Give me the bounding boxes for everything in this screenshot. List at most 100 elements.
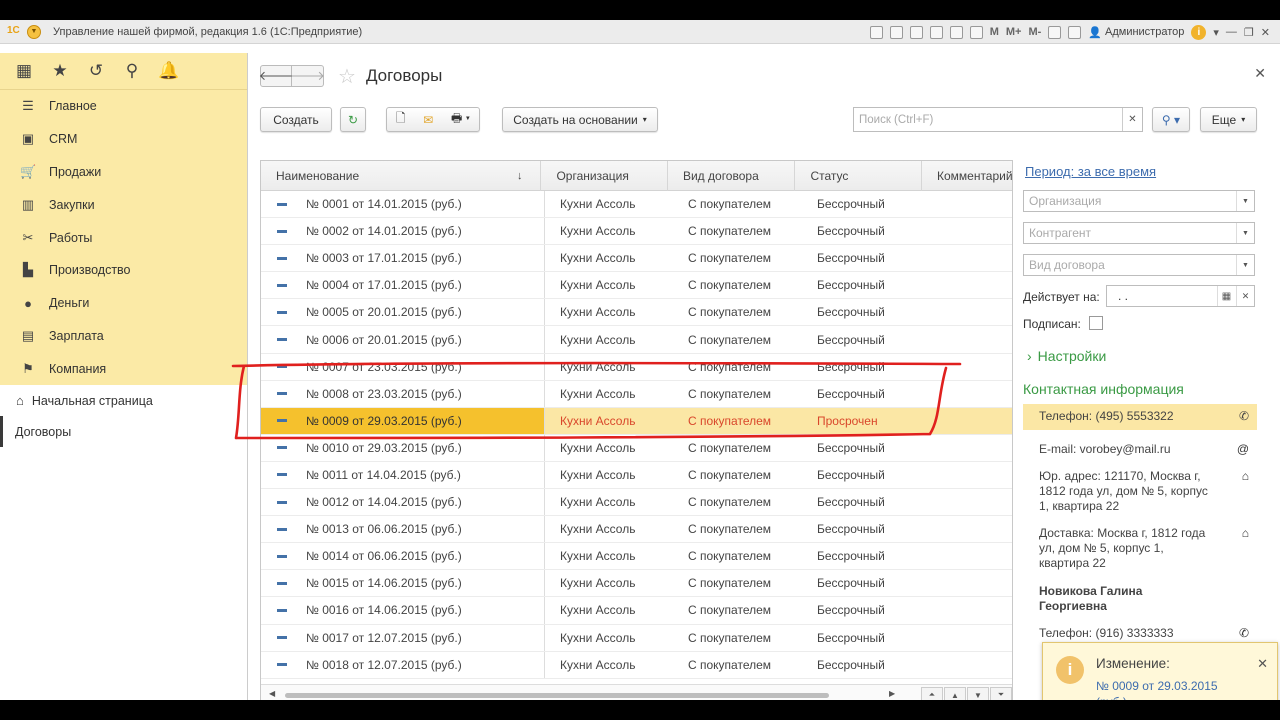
memory-minus-button[interactable]: M- [1028,26,1041,38]
contracts-tab[interactable]: Договоры [0,416,247,447]
contact-phone-selected[interactable]: Телефон: (495) 5553322 ✆ [1023,404,1257,430]
main-menu-icon[interactable]: ▼ [27,24,41,39]
section-salary[interactable]: ▤ Зарплата [0,320,247,353]
section-main[interactable]: ☰ Главное [0,90,247,123]
table-row[interactable]: № 0007 от 23.03.2015 (руб.) Кухни Ассоль С… [261,353,1012,381]
more-button[interactable]: Еще ▾ [1200,107,1257,132]
contact-legal-address[interactable]: Юр. адрес: 121170, Москва г, 1812 года у… [1023,469,1257,514]
scroll-left-icon[interactable]: ◀ [269,689,275,698]
chevron-down-icon[interactable]: ▼ [1236,191,1254,211]
section-money[interactable]: ● Деньги [0,287,247,320]
scroll-last-icon[interactable]: ⏷ [990,687,1012,700]
column-header-status[interactable]: Статус [795,161,922,191]
table-row[interactable]: № 0003 от 17.01.2015 (руб.) Кухни Ассоль С… [261,245,1012,273]
user-menu[interactable]: 👤 Администратор [1088,26,1184,39]
table-row[interactable]: № 0004 от 17.01.2015 (руб.) Кухни Ассоль С… [261,272,1012,300]
scroll-first-icon[interactable]: ⏶ [921,687,943,700]
close-form-icon[interactable]: ✕ [1254,65,1266,82]
chevron-down-icon[interactable]: ▼ [1236,255,1254,275]
scroll-thumb[interactable] [285,693,829,698]
save-icon[interactable] [909,25,923,39]
table-row[interactable]: № 0012 от 14.04.2015 (руб.) Кухни Ассоль С… [261,489,1012,517]
minimize-icon[interactable]: — [1226,26,1237,38]
close-notification-icon[interactable]: ✕ [1257,656,1268,672]
table-row[interactable]: № 0016 от 14.06.2015 (руб.) Кухни Ассоль С… [261,597,1012,625]
table-row[interactable]: № 0014 от 06.06.2015 (руб.) Кухни Ассоль С… [261,543,1012,571]
organization-field[interactable]: Организация ▼ [1023,190,1255,212]
link-icon[interactable] [869,25,883,39]
cell-organization: Кухни Ассоль [560,576,636,591]
history-icon[interactable]: ↺ [86,61,106,81]
signed-checkbox[interactable] [1089,316,1103,330]
calculator-icon[interactable] [949,25,963,39]
table-row[interactable]: № 0006 от 20.01.2015 (руб.) Кухни Ассоль С… [261,326,1012,354]
counterparty-field[interactable]: Контрагент ▼ [1023,222,1255,244]
chevron-down-icon[interactable]: ▼ [1236,223,1254,243]
scroll-down-icon[interactable]: ▼ [967,687,989,700]
create-button[interactable]: Создать [260,107,332,132]
settings-group[interactable]: › Настройки [1027,348,1106,364]
table-row[interactable]: № 0018 от 12.07.2015 (руб.) Кухни Ассоль С… [261,651,1012,679]
forward-button[interactable]: 🡒 [290,65,325,87]
window-menu-icon[interactable]: ▾ [1213,26,1219,39]
column-header-name[interactable]: Наименование ↓ [261,161,542,191]
grid-menu-icon[interactable]: ▦ [14,61,34,81]
clear-date-icon[interactable]: ✕ [1236,286,1254,306]
search-button[interactable]: ⚲ ▾ [1152,107,1190,132]
column-header-org[interactable]: Организация [541,161,668,191]
section-company[interactable]: ⚑ Компания [0,352,247,385]
scroll-right-icon[interactable]: ▶ [889,689,895,698]
clear-search-icon[interactable]: ✕ [1122,108,1142,131]
section-production[interactable]: ▙ Производство [0,254,247,287]
search-icon[interactable]: ⚲ [122,61,142,81]
period-link[interactable]: Период: за все время [1025,164,1156,179]
folder-icon[interactable] [929,25,943,39]
column-header-comment[interactable]: Комментарий [922,161,1012,191]
copy-refresh-icon[interactable]: ↻ [340,107,366,132]
table-row[interactable]: № 0013 от 06.06.2015 (руб.) Кухни Ассоль С… [261,516,1012,544]
valid-on-date-field[interactable]: . . ▦ ✕ [1106,285,1255,307]
table-row[interactable]: № 0005 от 20.01.2015 (руб.) Кухни Ассоль С… [261,299,1012,327]
restore-icon[interactable]: ❐ [1244,26,1254,39]
zoom-icon[interactable] [1048,25,1062,39]
table-row[interactable]: № 0001 от 14.01.2015 (руб.) Кухни Ассоль С… [261,191,1012,219]
create-based-on-button[interactable]: Создать на основании ▾ [502,107,658,132]
favorites-star-icon[interactable]: ★ [50,61,70,81]
column-header-kind[interactable]: Вид договора [668,161,796,191]
contract-kind-field[interactable]: Вид договора ▼ [1023,254,1255,276]
back-button[interactable]: 🡐 [259,65,293,87]
favorite-star-icon[interactable]: ☆ [338,64,356,89]
table-row[interactable]: № 0011 от 14.04.2015 (руб.) Кухни Ассоль С… [261,461,1012,490]
table-row[interactable]: № 0009 от 29.03.2015 (руб.) Кухни Ассоль С… [261,407,1012,435]
horizontal-scrollbar[interactable]: ◀ ▶ ⏶ ▲ ▼ ⏷ [261,684,1012,700]
memory-plus-button[interactable]: M+ [1006,26,1022,38]
printer-icon[interactable]: 🖶 ▾ [451,109,470,130]
table-row[interactable]: № 0015 от 14.06.2015 (руб.) Кухни Ассоль С… [261,570,1012,598]
section-sales[interactable]: 🛒 Продажи [0,156,247,189]
home-page-link[interactable]: ⌂ Начальная страница [0,385,247,416]
table-row[interactable]: № 0017 от 12.07.2015 (руб.) Кухни Ассоль С… [261,624,1012,652]
change-notification[interactable]: i Изменение: № 0009 от 29.03.2015 (руб.)… [1042,642,1278,700]
table-row[interactable]: № 0008 от 23.03.2015 (руб.) Кухни Ассоль С… [261,380,1012,408]
bell-icon[interactable]: 🔔 [158,61,179,81]
print-icon[interactable] [889,25,903,39]
contact-delivery-address[interactable]: Доставка: Москва г, 1812 года ул, дом № … [1023,526,1257,571]
contact-phone-2[interactable]: Телефон: (916) 3333333 ✆ [1023,626,1257,641]
search-input[interactable]: Поиск (Ctrl+F) ✕ [853,107,1143,132]
section-works[interactable]: ✂ Работы [0,221,247,254]
calendar-icon[interactable] [969,25,983,39]
section-crm[interactable]: ▣ CRM [0,123,247,156]
email-icon[interactable]: ✉ [423,113,433,127]
table-row[interactable]: № 0010 от 29.03.2015 (руб.) Кухни Ассоль С… [261,434,1012,462]
memory-m-button[interactable]: M [990,26,999,38]
section-purchases[interactable]: ▥ Закупки [0,188,247,221]
document-icon[interactable]: 🗋 [396,109,406,130]
info-icon[interactable]: i [1191,24,1207,40]
close-window-icon[interactable]: ✕ [1261,26,1270,39]
scroll-up-icon[interactable]: ▲ [944,687,966,700]
table-row[interactable]: № 0002 от 14.01.2015 (руб.) Кухни Ассоль С… [261,218,1012,246]
notification-link[interactable]: № 0009 от 29.03.2015 (руб.) [1096,678,1246,700]
panels-icon[interactable] [1068,25,1082,39]
calendar-icon[interactable]: ▦ [1217,286,1235,306]
contact-email[interactable]: E-mail: vorobey@mail.ru @ [1023,442,1257,457]
